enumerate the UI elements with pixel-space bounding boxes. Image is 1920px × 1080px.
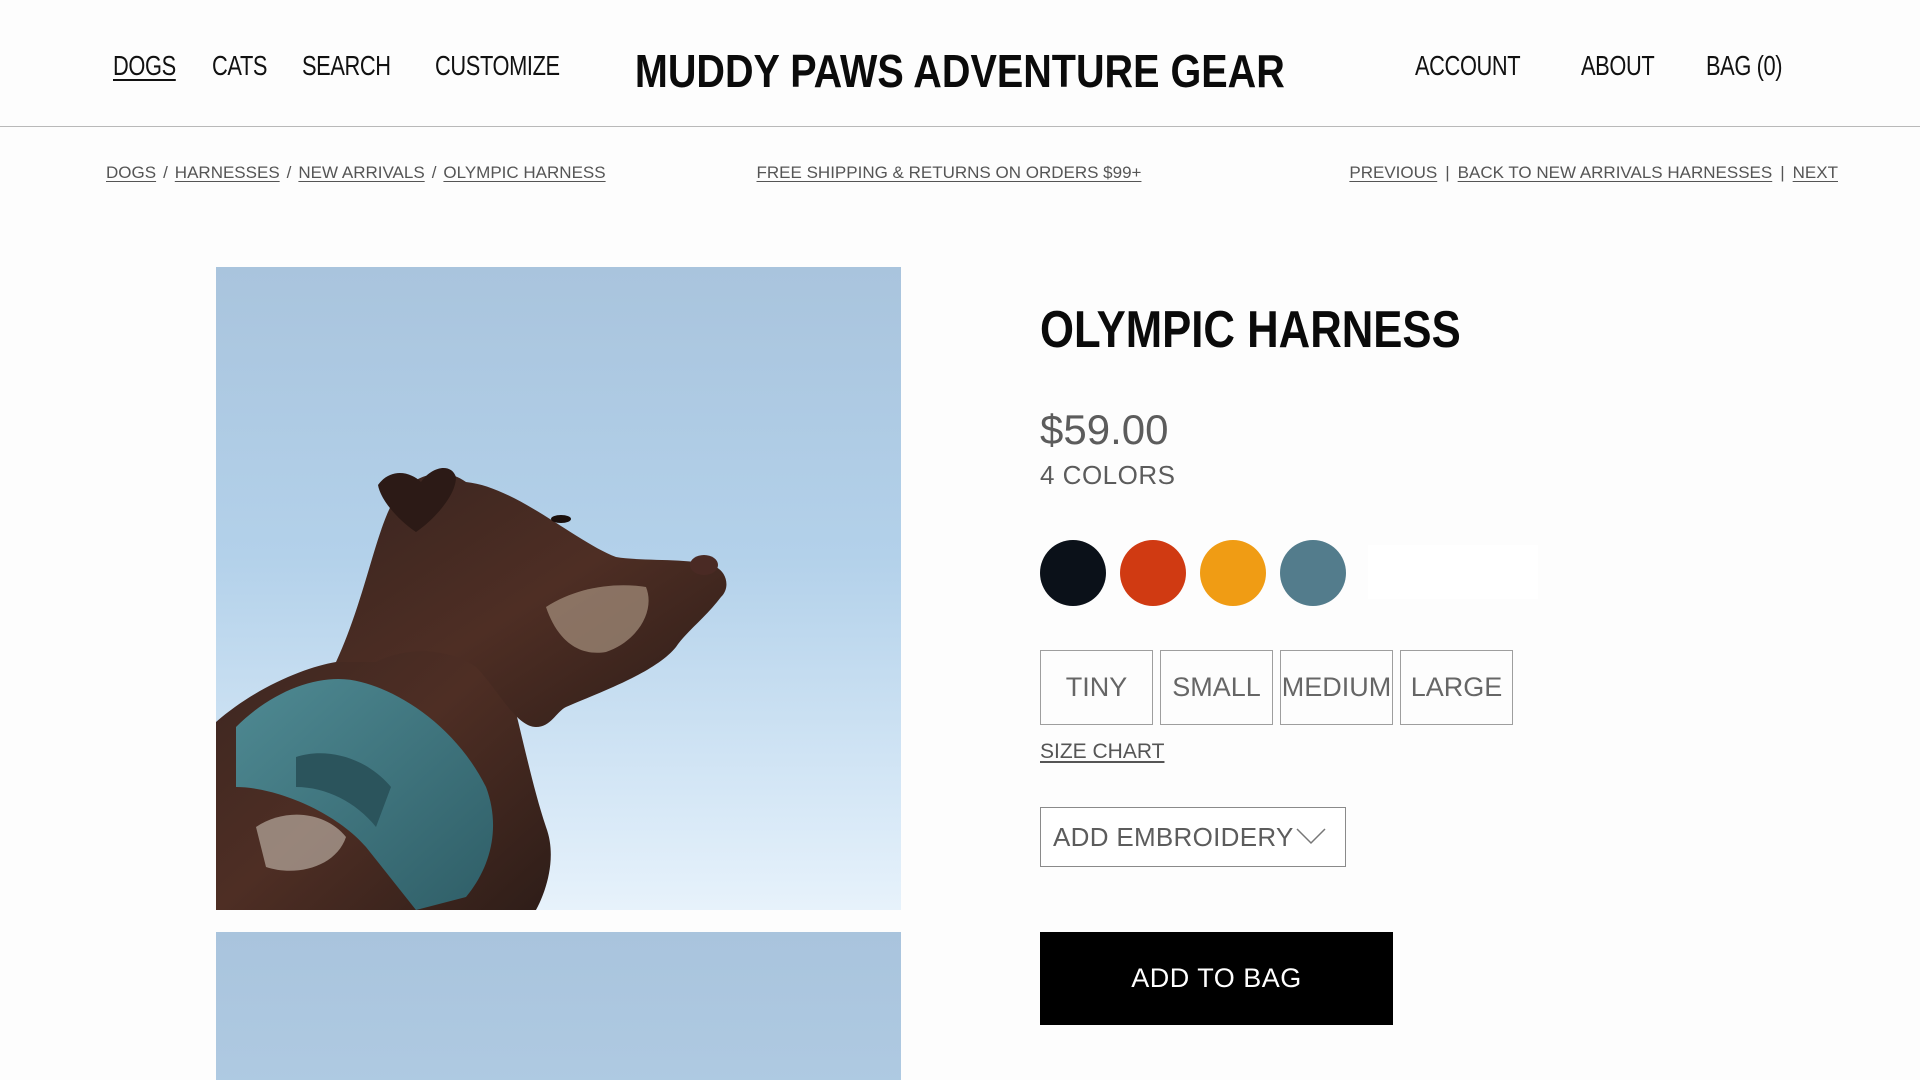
sub-bar: DOGS / HARNESSES / NEW ARRIVALS / OLYMPI…	[0, 163, 1920, 187]
swatch-slate-blue[interactable]	[1280, 540, 1346, 606]
embroidery-dropdown[interactable]: ADD EMBROIDERY	[1040, 807, 1346, 867]
back-to-list-link[interactable]: BACK TO NEW ARRIVALS HARNESSES	[1458, 163, 1773, 183]
product-title-text: OLYMPIC HARNESS	[1040, 301, 1461, 359]
color-count: 4 COLORS	[1040, 460, 1176, 490]
nav-bag[interactable]: BAG (0)	[1706, 50, 1783, 82]
size-medium-button[interactable]: MEDIUM	[1280, 650, 1393, 725]
swatch-black[interactable]	[1040, 540, 1106, 606]
dog-photo	[216, 467, 727, 910]
site-header: DOGS CATS SEARCH CUSTOMIZE MUDDY PAWS AD…	[0, 0, 1920, 127]
product-image-secondary[interactable]	[216, 932, 901, 1080]
size-selector: TINY SMALL MEDIUM LARGE	[1040, 650, 1513, 725]
brand-name: MUDDY PAWS ADVENTURE GEAR	[635, 45, 1285, 97]
product-price: $59.00	[1040, 406, 1169, 453]
size-chart-link[interactable]: SIZE CHART	[1040, 740, 1164, 764]
swatch-red[interactable]	[1120, 540, 1186, 606]
pager-separator: |	[1780, 163, 1785, 182]
product-image-main[interactable]	[216, 267, 901, 910]
product-pager: PREVIOUS | BACK TO NEW ARRIVALS HARNESSE…	[1349, 163, 1838, 183]
size-tiny-button[interactable]: TINY	[1040, 650, 1153, 725]
size-small-button[interactable]: SMALL	[1160, 650, 1273, 725]
next-link[interactable]: NEXT	[1793, 163, 1838, 183]
chevron-down-icon	[1296, 828, 1326, 845]
swatch-placeholder	[1368, 545, 1538, 599]
embroidery-label: ADD EMBROIDERY	[1053, 821, 1294, 852]
account-nav: ACCOUNT ABOUT BAG (0)	[1415, 50, 1804, 82]
color-swatches	[1040, 540, 1346, 606]
nav-account[interactable]: ACCOUNT	[1415, 50, 1521, 82]
size-large-button[interactable]: LARGE	[1400, 650, 1513, 725]
swatch-orange[interactable]	[1200, 540, 1266, 606]
product-title: OLYMPIC HARNESS	[1040, 300, 1541, 360]
pager-separator: |	[1445, 163, 1450, 182]
previous-link[interactable]: PREVIOUS	[1349, 163, 1437, 183]
add-to-bag-button[interactable]: ADD TO BAG	[1040, 932, 1393, 1025]
nav-about[interactable]: ABOUT	[1581, 50, 1655, 82]
